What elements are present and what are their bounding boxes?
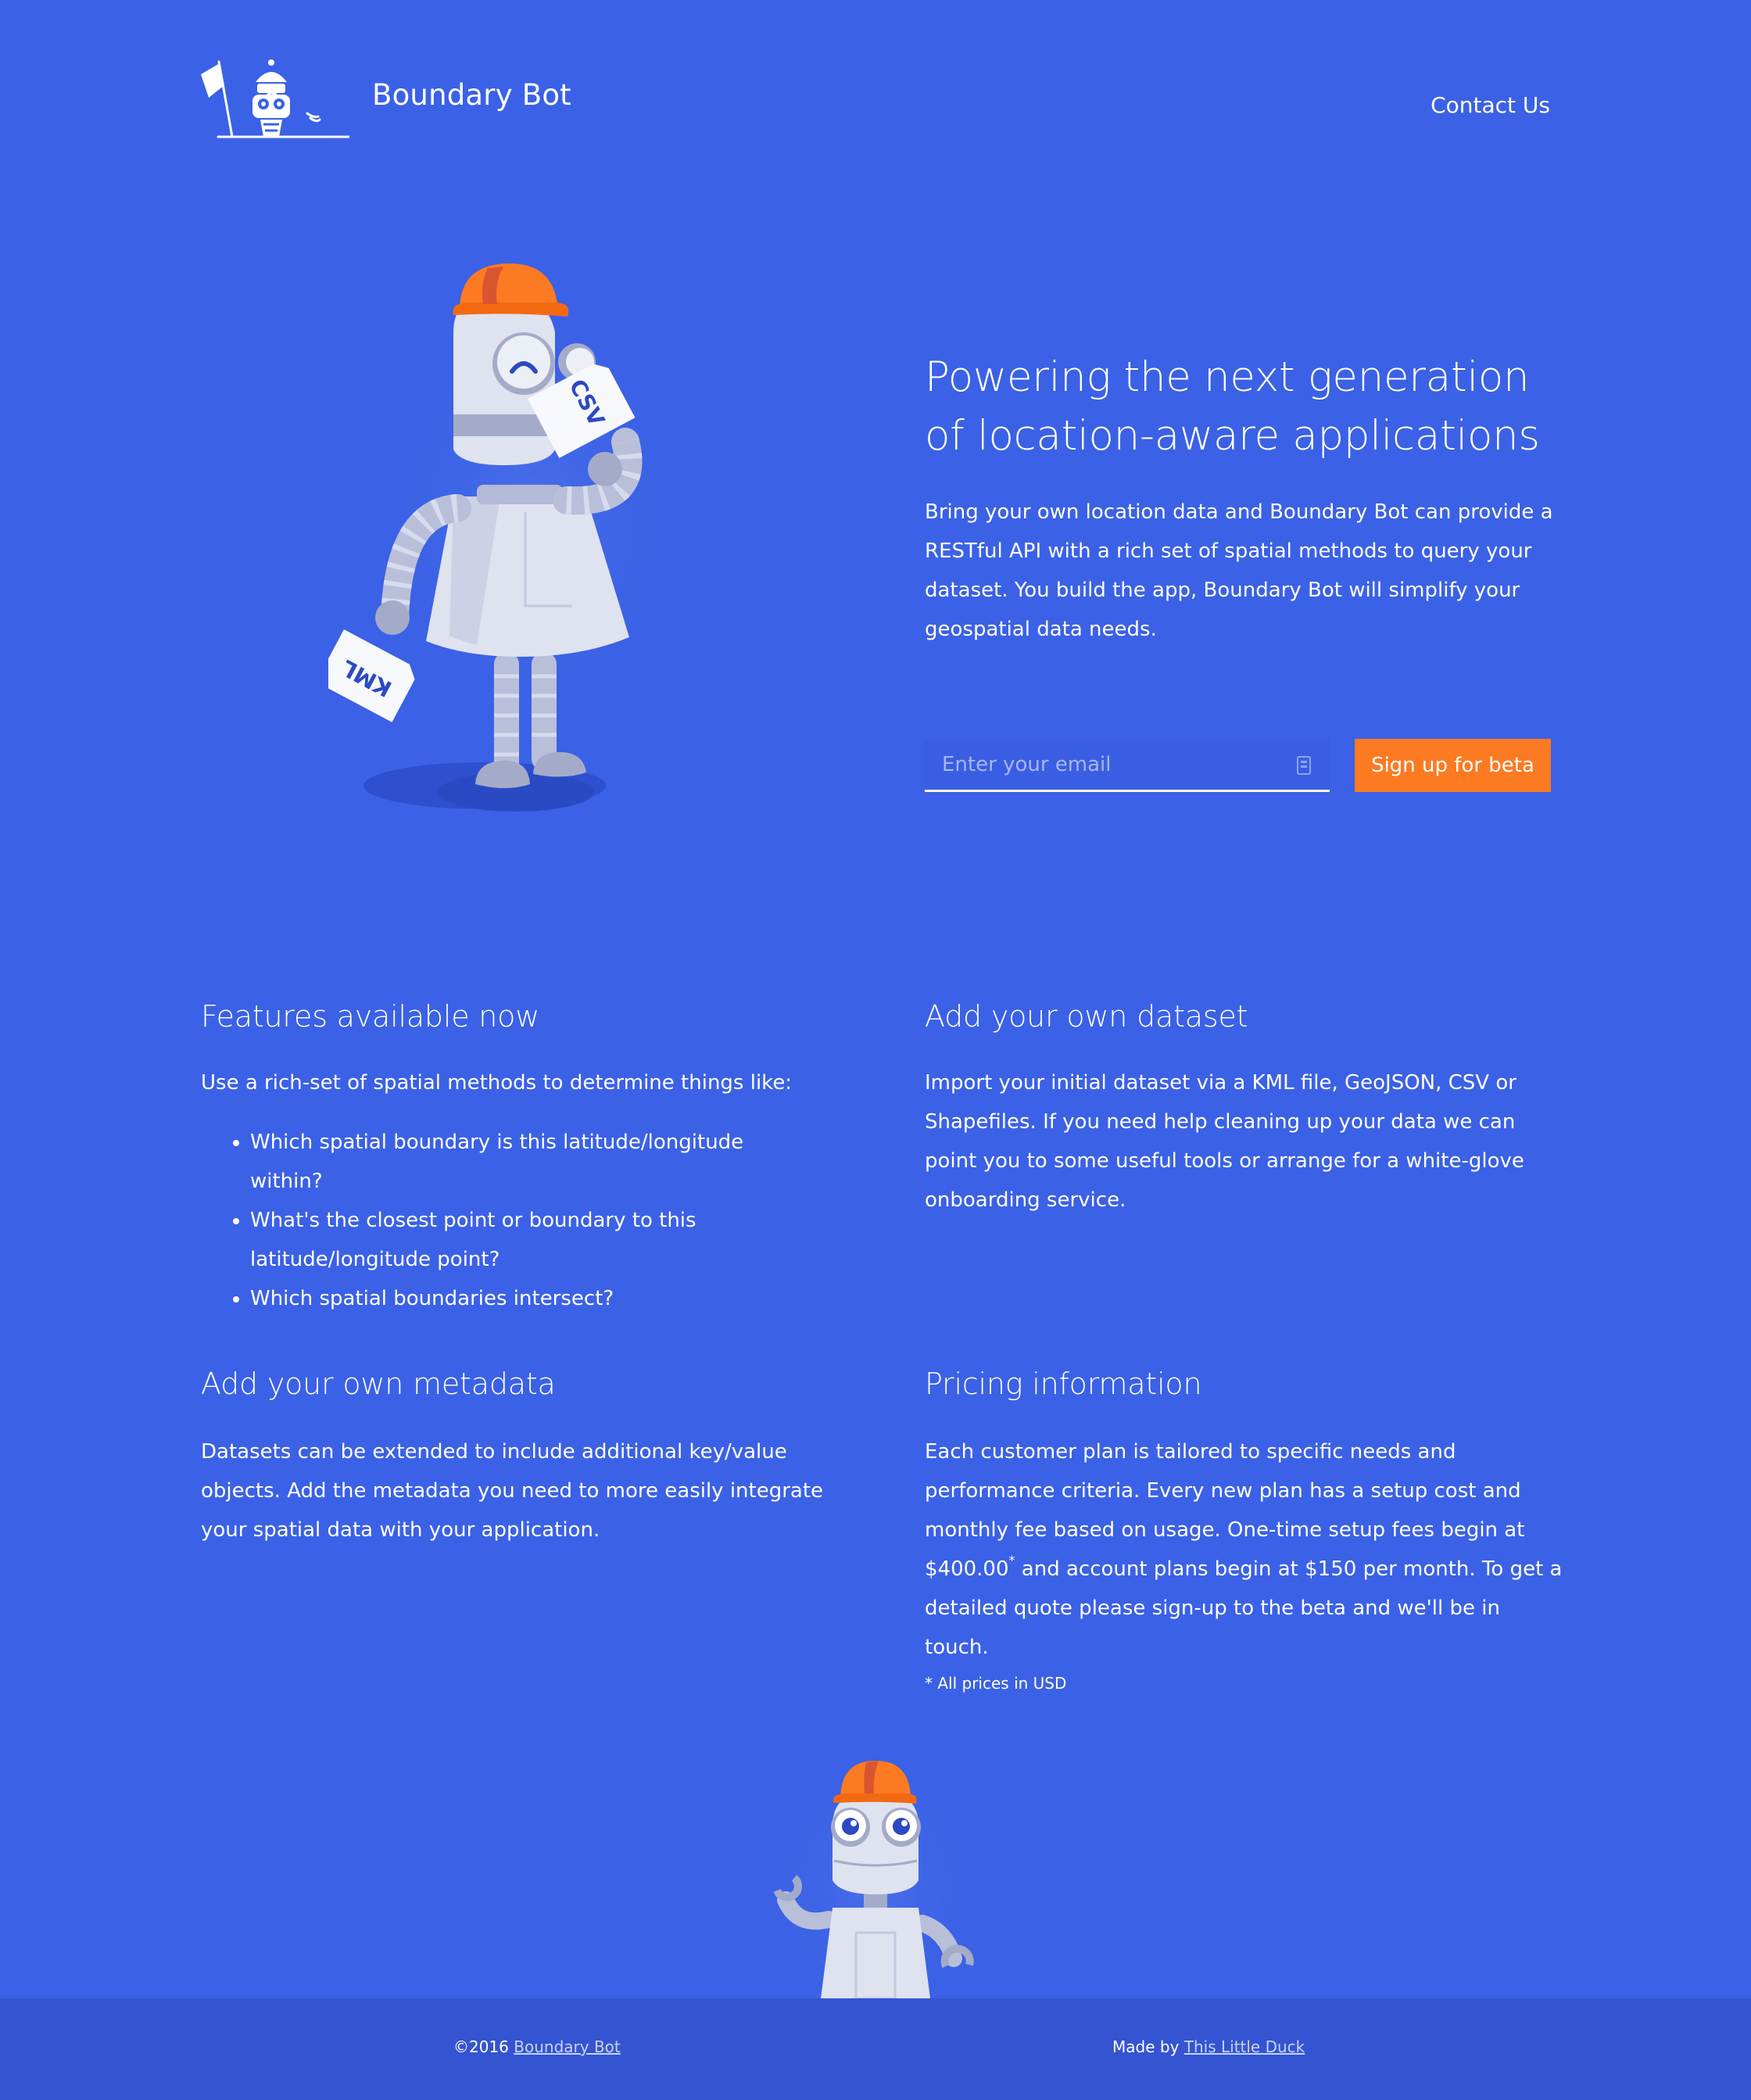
signup-beta-button[interactable]: Sign up for beta (1355, 739, 1551, 792)
hero-title: Powering the next generation of location… (925, 353, 1540, 460)
dataset-title: Add your own dataset (925, 999, 1248, 1034)
email-field[interactable] (925, 739, 1330, 792)
pricing-section: Pricing information Each customer plan i… (925, 1367, 1566, 1695)
robot-waving-illustration (766, 1761, 985, 1998)
dataset-section: Add your own dataset Import your initial… (925, 999, 1566, 1220)
metadata-section: Add your own metadata Datasets can be ex… (201, 1367, 842, 1550)
contact-us-link[interactable]: Contact Us (1431, 92, 1550, 118)
metadata-text: Datasets can be extended to include addi… (201, 1440, 824, 1542)
metadata-title: Add your own metadata (201, 1367, 556, 1401)
pricing-note: * All prices in USD (925, 1674, 1067, 1693)
footer-copyright: ©2016 Boundary Bot (453, 2037, 621, 2056)
pricing-title: Pricing information (925, 1367, 1202, 1401)
pricing-text: Each customer plan is tailored to specif… (925, 1432, 1566, 1667)
footer-this-little-duck-link[interactable]: This Little Duck (1184, 2037, 1305, 2056)
footer-made-by: Made by This Little Duck (1112, 2037, 1305, 2056)
brand-name[interactable]: Boundary Bot (372, 78, 571, 112)
list-item: What's the closest point or boundary to … (250, 1201, 811, 1279)
features-title: Features available now (201, 999, 540, 1034)
list-item: Which spatial boundary is this latitude/… (250, 1123, 811, 1201)
made-by-text: Made by (1112, 2037, 1184, 2056)
keyboard-icon (1297, 756, 1311, 775)
pricing-footnote-mark: * (1008, 1553, 1015, 1568)
features-section: Features available now Use a rich-set of… (201, 999, 842, 1318)
landing-page: Boundary Bot Contact Us KML CSV Powering… (0, 0, 1751, 2100)
robot-hero-illustration: KML CSV (328, 263, 672, 812)
footer-boundary-bot-link[interactable]: Boundary Bot (514, 2037, 620, 2056)
copyright-text: ©2016 (453, 2037, 514, 2056)
features-list: Which spatial boundary is this latitude/… (201, 1123, 811, 1318)
pricing-text-after: and account plans begin at $150 per mont… (925, 1557, 1563, 1659)
dataset-text: Import your initial dataset via a KML fi… (925, 1071, 1524, 1212)
list-item: Which spatial boundaries intersect? (250, 1279, 811, 1318)
hero-description: Bring your own location data and Boundar… (925, 500, 1553, 641)
features-intro: Use a rich-set of spatial methods to det… (201, 1071, 793, 1095)
email-input[interactable] (925, 739, 1330, 790)
footer: ©2016 Boundary Bot Made by This Little D… (0, 1998, 1751, 2100)
robot-flag-logo-icon[interactable] (201, 59, 349, 141)
